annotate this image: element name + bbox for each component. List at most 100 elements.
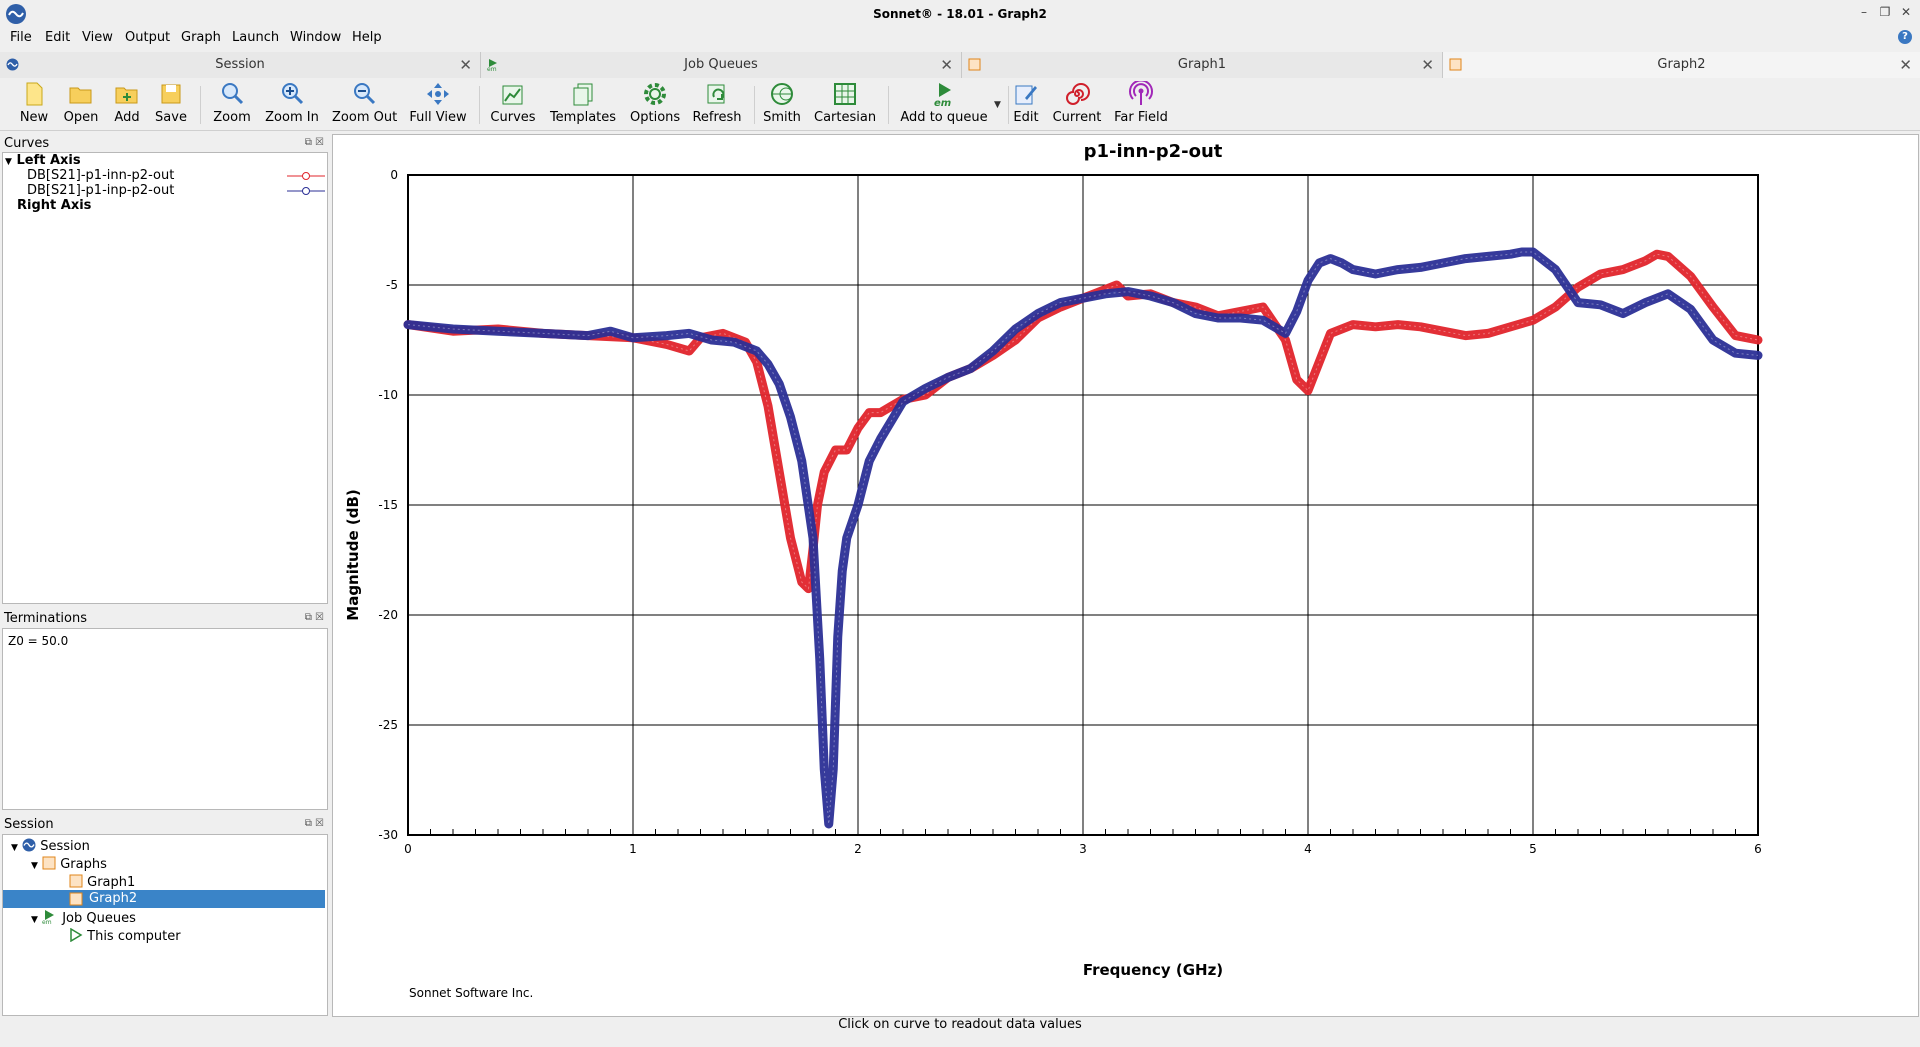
zoom-button[interactable]: Zoom — [212, 81, 252, 125]
edit-button[interactable]: Edit — [1012, 81, 1040, 125]
cartesian-button[interactable]: Cartesian — [814, 81, 876, 125]
menu-file[interactable]: File — [10, 30, 32, 45]
add-to-queue-label: Add to queue — [900, 110, 988, 125]
graph1-item[interactable]: Graph1 — [69, 874, 135, 890]
session-panel: ▼ Session ▼ Graphs Graph1 Graph2 ▼ em Jo… — [2, 834, 328, 1016]
graphs-folder[interactable]: ▼ Graphs — [31, 856, 107, 872]
session-icon — [22, 838, 36, 852]
tab-session-close-icon[interactable]: ✕ — [459, 56, 472, 74]
save-icon — [158, 81, 184, 107]
full-view-button[interactable]: Full View — [408, 81, 468, 125]
close-window-icon[interactable]: ✕ — [1897, 5, 1915, 21]
tab-session-label: Session — [215, 57, 265, 72]
smith-button[interactable]: Smith — [762, 81, 802, 125]
tab-graph2-close-icon[interactable]: ✕ — [1899, 56, 1912, 74]
open-button[interactable]: Open — [62, 81, 100, 125]
chart-title: p1-inn-p2-out — [1084, 141, 1223, 162]
add-button[interactable]: Add — [112, 81, 142, 125]
expand-arrow-icon[interactable]: ▼ — [11, 843, 18, 853]
menu-edit[interactable]: Edit — [45, 30, 70, 45]
help-icon[interactable]: ? — [1898, 30, 1912, 44]
curve-item[interactable]: DB[S21]-p1-inn-p2-out — [27, 168, 174, 183]
dropdown-arrow-icon[interactable]: ▼ — [994, 100, 1001, 110]
new-file-icon — [21, 81, 47, 107]
curve-legend-marker-blue — [287, 187, 325, 195]
menu-graph[interactable]: Graph — [181, 30, 221, 45]
edit-label: Edit — [1013, 110, 1039, 125]
current-button[interactable]: Current — [1052, 81, 1102, 125]
expand-arrow-icon[interactable]: ▼ — [31, 915, 38, 925]
y-tick-label: -30 — [378, 828, 398, 842]
chart-svg[interactable]: p1-inn-p2-out 0 1 2 3 4 5 60-5-10-15-20-25-30 … — [333, 135, 1918, 1016]
this-computer-item[interactable]: This computer — [69, 927, 181, 944]
job-queues-node[interactable]: ▼ em Job Queues — [31, 910, 136, 926]
far-field-button[interactable]: Far Field — [1114, 79, 1168, 125]
x-tick-label: 1 — [629, 842, 637, 856]
new-button[interactable]: New — [18, 81, 50, 125]
terminations-panel-header: Terminations ⧉ ☒ — [0, 609, 328, 627]
graphs-label: Graphs — [60, 857, 107, 872]
templates-button[interactable]: Templates — [548, 81, 618, 125]
restore-icon[interactable]: ❐ — [1876, 5, 1894, 21]
zoom-in-button[interactable]: Zoom In — [264, 81, 320, 125]
graph-view[interactable]: p1-inn-p2-out 0 1 2 3 4 5 6 0 -5 -10 -15 -20 -25 -30 … — [332, 134, 1919, 1017]
zoom-in-icon — [279, 81, 305, 107]
options-label: Options — [630, 110, 681, 125]
tab-session[interactable]: Session ✕ — [0, 52, 481, 78]
refresh-icon — [704, 81, 730, 107]
curve-item[interactable]: DB[S21]-p1-inp-p2-out — [27, 183, 174, 198]
refresh-button[interactable]: Refresh — [692, 81, 742, 125]
y-tick-label: 0 — [390, 168, 398, 182]
y-tick-label: -15 — [378, 498, 398, 512]
magnifier-icon — [219, 81, 245, 107]
tab-graph2-label: Graph2 — [1657, 57, 1706, 72]
gear-icon — [642, 81, 668, 107]
right-axis-node[interactable]: Right Axis — [17, 198, 91, 213]
status-bar: Click on curve to readout data values — [0, 1017, 1920, 1039]
menu-launch[interactable]: Launch — [232, 30, 279, 45]
templates-icon — [570, 81, 596, 107]
graph2-item-selected[interactable]: Graph2 — [3, 890, 325, 908]
panel-float-close-icon[interactable]: ⧉ ☒ — [305, 818, 324, 829]
options-button[interactable]: Options — [630, 81, 680, 125]
add-to-queue-button[interactable]: em Add to queue — [900, 81, 988, 125]
menu-window[interactable]: Window — [290, 30, 341, 45]
menu-output[interactable]: Output — [125, 30, 170, 45]
curves-panel-header: Curves ⧉ ☒ — [0, 134, 328, 152]
menu-view[interactable]: View — [82, 30, 113, 45]
curves-label: Curves — [490, 110, 536, 125]
tab-job-queues[interactable]: em Job Queues ✕ — [481, 52, 962, 78]
job-queue-icon: em — [42, 910, 55, 926]
tab-graph2[interactable]: Graph2 ✕ — [1443, 52, 1920, 78]
right-axis-label: Right Axis — [17, 198, 92, 213]
far-field-antenna-icon — [1128, 79, 1154, 107]
refresh-label: Refresh — [692, 110, 742, 125]
this-computer-label: This computer — [87, 929, 181, 944]
toolbar-separator — [754, 86, 755, 124]
tab-job-queues-close-icon[interactable]: ✕ — [940, 56, 953, 74]
expand-arrow-icon[interactable]: ▼ — [31, 861, 38, 871]
y-tick-label: -20 — [378, 608, 398, 622]
minimize-icon[interactable]: – — [1855, 5, 1873, 21]
zoom-label: Zoom — [213, 110, 251, 125]
tab-graph1-close-icon[interactable]: ✕ — [1421, 56, 1434, 74]
add-label: Add — [114, 110, 140, 125]
status-text: Click on curve to readout data values — [838, 1017, 1082, 1032]
curves-button[interactable]: Curves — [490, 81, 536, 125]
window-title: Sonnet® - 18.01 - Graph2 — [873, 7, 1047, 21]
tab-job-queues-label: Job Queues — [684, 57, 758, 72]
tab-graph1[interactable]: Graph1 ✕ — [962, 52, 1443, 78]
save-button[interactable]: Save — [154, 81, 188, 125]
save-label: Save — [155, 110, 187, 125]
terminations-panel-title: Terminations — [4, 611, 88, 626]
session-tree-root[interactable]: ▼ Session — [11, 838, 90, 854]
panel-float-close-icon[interactable]: ⧉ ☒ — [305, 137, 324, 148]
expand-arrow-icon[interactable]: ▼ — [5, 157, 12, 167]
panel-float-close-icon[interactable]: ⧉ ☒ — [305, 612, 324, 623]
left-axis-node[interactable]: ▼ Left Axis — [5, 153, 81, 168]
y-tick-label: -10 — [378, 388, 398, 402]
job-queues-label: Job Queues — [62, 911, 136, 926]
menu-help[interactable]: Help — [352, 30, 382, 45]
graph-icon — [69, 874, 83, 888]
zoom-out-button[interactable]: Zoom Out — [332, 81, 397, 125]
